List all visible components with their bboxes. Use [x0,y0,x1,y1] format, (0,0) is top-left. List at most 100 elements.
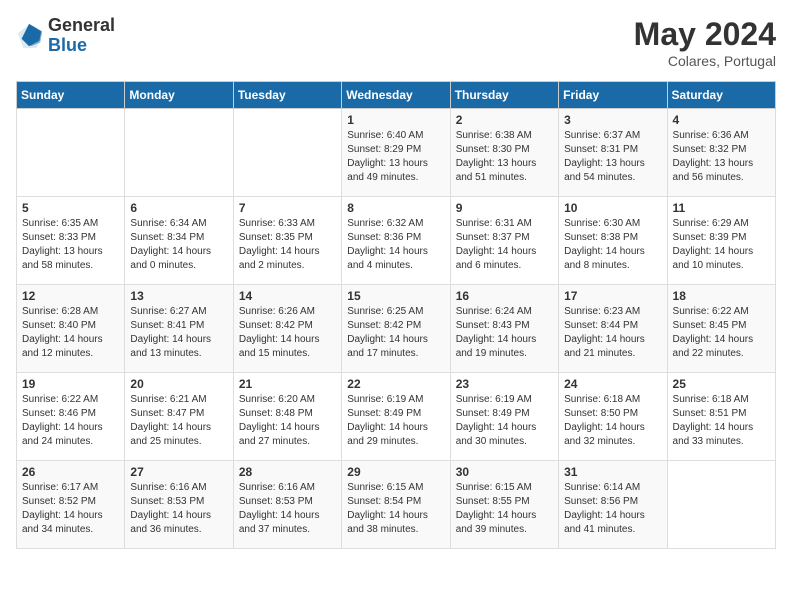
calendar-cell: 9 Sunrise: 6:31 AM Sunset: 8:37 PM Daylig… [450,197,558,285]
calendar-cell: 31 Sunrise: 6:14 AM Sunset: 8:56 PM Dayli… [559,461,667,549]
calendar-cell: 12 Sunrise: 6:28 AM Sunset: 8:40 PM Dayli… [17,285,125,373]
day-info: Sunrise: 6:19 AM Sunset: 8:49 PM Dayligh… [347,393,444,449]
day-number: 10 [564,201,661,215]
day-number: 14 [239,289,336,303]
day-info: Sunrise: 6:31 AM Sunset: 8:37 PM Dayligh… [456,217,553,273]
calendar-cell: 22 Sunrise: 6:19 AM Sunset: 8:49 PM Dayli… [342,373,450,461]
calendar-cell: 4 Sunrise: 6:36 AM Sunset: 8:32 PM Daylig… [667,109,775,197]
day-info: Sunrise: 6:23 AM Sunset: 8:44 PM Dayligh… [564,305,661,361]
day-info: Sunrise: 6:17 AM Sunset: 8:52 PM Dayligh… [22,481,119,537]
calendar-cell: 14 Sunrise: 6:26 AM Sunset: 8:42 PM Dayli… [233,285,341,373]
day-number: 3 [564,113,661,127]
calendar-cell: 25 Sunrise: 6:18 AM Sunset: 8:51 PM Dayli… [667,373,775,461]
day-number: 6 [130,201,227,215]
calendar-cell: 2 Sunrise: 6:38 AM Sunset: 8:30 PM Daylig… [450,109,558,197]
day-info: Sunrise: 6:15 AM Sunset: 8:55 PM Dayligh… [456,481,553,537]
day-header-thursday: Thursday [450,82,558,109]
day-info: Sunrise: 6:18 AM Sunset: 8:50 PM Dayligh… [564,393,661,449]
day-info: Sunrise: 6:27 AM Sunset: 8:41 PM Dayligh… [130,305,227,361]
calendar-cell: 23 Sunrise: 6:19 AM Sunset: 8:49 PM Dayli… [450,373,558,461]
day-info: Sunrise: 6:24 AM Sunset: 8:43 PM Dayligh… [456,305,553,361]
day-number: 8 [347,201,444,215]
day-number: 19 [22,377,119,391]
day-number: 2 [456,113,553,127]
day-info: Sunrise: 6:16 AM Sunset: 8:53 PM Dayligh… [239,481,336,537]
calendar-week-row: 12 Sunrise: 6:28 AM Sunset: 8:40 PM Dayli… [17,285,776,373]
title-block: May 2024 Colares, Portugal [634,16,776,69]
calendar-week-row: 5 Sunrise: 6:35 AM Sunset: 8:33 PM Daylig… [17,197,776,285]
day-number: 30 [456,465,553,479]
day-number: 11 [673,201,770,215]
day-number: 25 [673,377,770,391]
day-info: Sunrise: 6:28 AM Sunset: 8:40 PM Dayligh… [22,305,119,361]
day-number: 20 [130,377,227,391]
day-info: Sunrise: 6:21 AM Sunset: 8:47 PM Dayligh… [130,393,227,449]
location-subtitle: Colares, Portugal [634,53,776,69]
logo-text: General Blue [48,16,115,56]
calendar-cell: 16Sunrise: 6:24 AM Sunset: 8:43 PM Dayli… [450,285,558,373]
day-info: Sunrise: 6:19 AM Sunset: 8:49 PM Dayligh… [456,393,553,449]
day-info: Sunrise: 6:18 AM Sunset: 8:51 PM Dayligh… [673,393,770,449]
day-number: 21 [239,377,336,391]
calendar-cell: 11 Sunrise: 6:29 AM Sunset: 8:39 PM Dayli… [667,197,775,285]
day-info: Sunrise: 6:26 AM Sunset: 8:42 PM Dayligh… [239,305,336,361]
day-number: 24 [564,377,661,391]
month-title: May 2024 [634,16,776,53]
calendar-week-row: 26 Sunrise: 6:17 AM Sunset: 8:52 PM Dayli… [17,461,776,549]
day-info: Sunrise: 6:37 AM Sunset: 8:31 PM Dayligh… [564,129,661,185]
day-info: Sunrise: 6:36 AM Sunset: 8:32 PM Dayligh… [673,129,770,185]
calendar-cell: 1Sunrise: 6:40 AM Sunset: 8:29 PM Daylig… [342,109,450,197]
day-info: Sunrise: 6:29 AM Sunset: 8:39 PM Dayligh… [673,217,770,273]
day-info: Sunrise: 6:22 AM Sunset: 8:46 PM Dayligh… [22,393,119,449]
day-info: Sunrise: 6:30 AM Sunset: 8:38 PM Dayligh… [564,217,661,273]
day-number: 15 [347,289,444,303]
day-number: 18 [673,289,770,303]
day-info: Sunrise: 6:32 AM Sunset: 8:36 PM Dayligh… [347,217,444,273]
calendar-cell: 10 Sunrise: 6:30 AM Sunset: 8:38 PM Dayli… [559,197,667,285]
day-info: Sunrise: 6:15 AM Sunset: 8:54 PM Dayligh… [347,481,444,537]
day-info: Sunrise: 6:25 AM Sunset: 8:42 PM Dayligh… [347,305,444,361]
calendar-cell [17,109,125,197]
logo-blue-text: Blue [48,36,115,56]
day-number: 9 [456,201,553,215]
calendar-week-row: 19 Sunrise: 6:22 AM Sunset: 8:46 PM Dayli… [17,373,776,461]
day-info: Sunrise: 6:33 AM Sunset: 8:35 PM Dayligh… [239,217,336,273]
calendar-body: 1Sunrise: 6:40 AM Sunset: 8:29 PM Daylig… [17,109,776,549]
calendar-cell: 7 Sunrise: 6:33 AM Sunset: 8:35 PM Daylig… [233,197,341,285]
calendar-cell: 17 Sunrise: 6:23 AM Sunset: 8:44 PM Dayli… [559,285,667,373]
calendar-cell [125,109,233,197]
day-number: 1 [347,113,444,127]
calendar-cell: 18Sunrise: 6:22 AM Sunset: 8:45 PM Dayli… [667,285,775,373]
calendar-cell [667,461,775,549]
calendar-table: SundayMondayTuesdayWednesdayThursdayFrid… [16,81,776,549]
calendar-cell: 6 Sunrise: 6:34 AM Sunset: 8:34 PM Daylig… [125,197,233,285]
day-number: 29 [347,465,444,479]
logo-general-text: General [48,16,115,36]
day-header-saturday: Saturday [667,82,775,109]
calendar-cell: 19 Sunrise: 6:22 AM Sunset: 8:46 PM Dayli… [17,373,125,461]
day-number: 5 [22,201,119,215]
day-info: Sunrise: 6:20 AM Sunset: 8:48 PM Dayligh… [239,393,336,449]
day-info: Sunrise: 6:34 AM Sunset: 8:34 PM Dayligh… [130,217,227,273]
day-number: 31 [564,465,661,479]
day-number: 27 [130,465,227,479]
day-info: Sunrise: 6:14 AM Sunset: 8:56 PM Dayligh… [564,481,661,537]
calendar-cell: 24 Sunrise: 6:18 AM Sunset: 8:50 PM Dayli… [559,373,667,461]
calendar-cell: 13Sunrise: 6:27 AM Sunset: 8:41 PM Dayli… [125,285,233,373]
calendar-header-row: SundayMondayTuesdayWednesdayThursdayFrid… [17,82,776,109]
day-number: 23 [456,377,553,391]
day-number: 26 [22,465,119,479]
calendar-cell: 26 Sunrise: 6:17 AM Sunset: 8:52 PM Dayli… [17,461,125,549]
calendar-cell: 30 Sunrise: 6:15 AM Sunset: 8:55 PM Dayli… [450,461,558,549]
day-number: 4 [673,113,770,127]
day-header-sunday: Sunday [17,82,125,109]
day-number: 22 [347,377,444,391]
day-info: Sunrise: 6:35 AM Sunset: 8:33 PM Dayligh… [22,217,119,273]
day-info: Sunrise: 6:38 AM Sunset: 8:30 PM Dayligh… [456,129,553,185]
day-number: 7 [239,201,336,215]
calendar-cell: 15 Sunrise: 6:25 AM Sunset: 8:42 PM Dayli… [342,285,450,373]
day-header-monday: Monday [125,82,233,109]
logo: General Blue [16,16,115,56]
day-number: 17 [564,289,661,303]
day-number: 12 [22,289,119,303]
